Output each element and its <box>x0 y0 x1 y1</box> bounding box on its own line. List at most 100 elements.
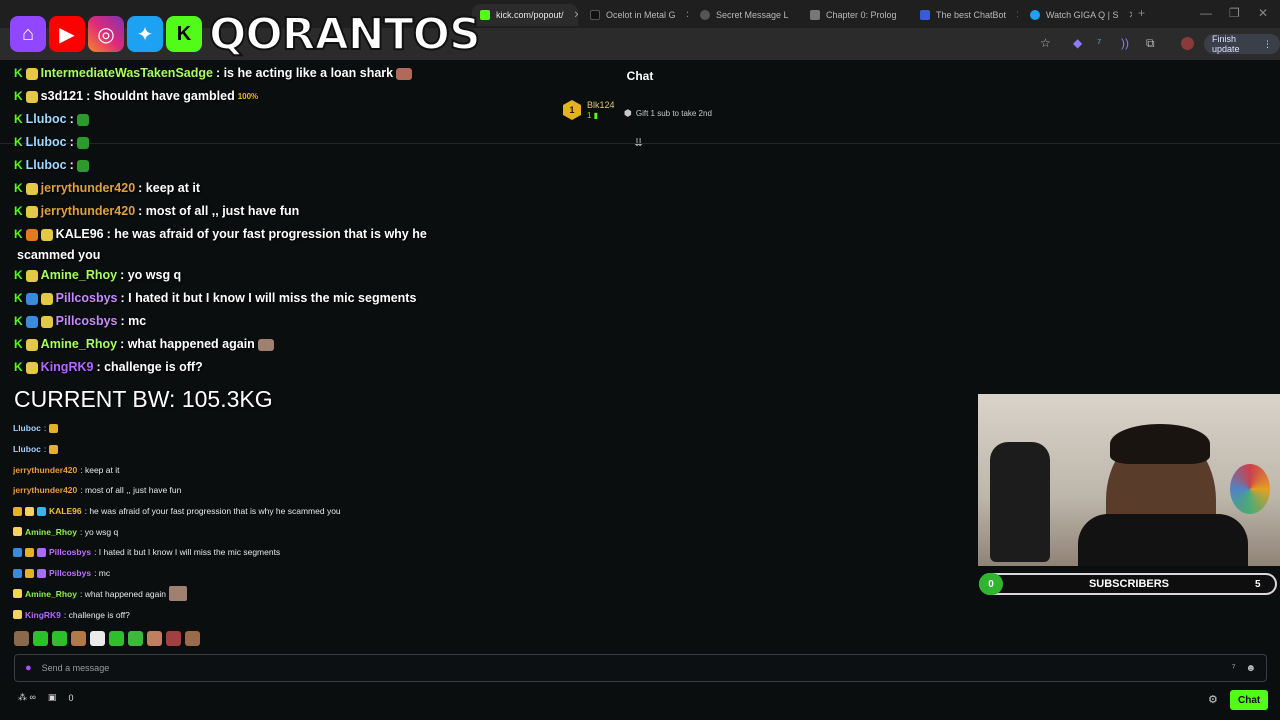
extension-icon[interactable]: ◆ <box>1073 36 1082 50</box>
emote-icon[interactable] <box>90 631 105 646</box>
emote-icon <box>25 205 38 218</box>
chat-username[interactable]: jerrythunder420 <box>13 465 77 475</box>
subscriber-goal-label: SUBSCRIBERS <box>1088 578 1170 590</box>
chat-text: : yo wsg q <box>79 526 119 537</box>
emote-icon[interactable] <box>185 631 200 646</box>
overlay-message-wrap: scammed you <box>17 248 101 262</box>
tab-giga-q[interactable]: Watch GIGA Q | S ✕ <box>1022 4 1132 26</box>
tab-label: kick.com/popout/ <box>496 10 564 20</box>
tab-secret-message[interactable]: Secret Message L ✕ <box>692 4 798 26</box>
emote-icon[interactable] <box>14 631 29 646</box>
overlay-username: Amine_Rhoy <box>40 268 118 282</box>
minimize-icon[interactable]: — <box>1200 6 1212 20</box>
overlay-chat-line: K Amine_Rhoy: what happened again <box>14 333 474 356</box>
audio-extension-icon[interactable]: )) <box>1121 36 1129 50</box>
emote-icon[interactable] <box>128 631 143 646</box>
chat-message[interactable]: Lluboc: <box>13 418 913 439</box>
overlay-chat-line: Kjerrythunder420: keep at it <box>14 177 474 200</box>
tab-label: Watch GIGA Q | S <box>1046 10 1119 20</box>
chat-footer: ⁂ ∞ ▣ 0 ⚙ Chat <box>0 690 1280 712</box>
current-bodyweight-overlay: CURRENT BW: 105.3KG <box>14 386 273 412</box>
close-icon[interactable]: ✕ <box>574 10 578 21</box>
kick-badge-icon: K <box>14 227 23 241</box>
7tv-extension-icon[interactable]: ⁷ <box>1097 36 1101 50</box>
overlay-message: : <box>69 112 74 126</box>
window-close-icon[interactable]: ✕ <box>1258 6 1268 20</box>
profile-avatar[interactable] <box>1181 37 1194 50</box>
chat-username[interactable]: KALE96 <box>49 506 82 516</box>
chat-message[interactable]: Lluboc: <box>13 439 913 460</box>
tab-ocelot[interactable]: Ocelot in Metal G ✕ <box>582 4 688 26</box>
chat-username[interactable]: Pillcosbys <box>49 568 91 578</box>
chat-message-list: Lluboc: Lluboc: jerrythunder420: keep at… <box>13 418 913 625</box>
emote-icon[interactable] <box>33 631 48 646</box>
chat-message[interactable]: jerrythunder420: most of all ,, just hav… <box>13 480 913 501</box>
tab-kick-popout[interactable]: kick.com/popout/ ✕ <box>472 4 578 26</box>
emote-icon <box>396 67 413 80</box>
emote-icon[interactable] <box>147 631 162 646</box>
chat-message[interactable]: KingRK9: challenge is off? <box>13 604 913 625</box>
stream-favicon-icon <box>1030 10 1040 20</box>
gift-icon[interactable]: ▣ <box>48 692 57 703</box>
chat-username[interactable]: Amine_Rhoy <box>25 589 77 599</box>
chat-message[interactable]: Pillcosbys: I hated it but I know I will… <box>13 542 913 563</box>
chat-username[interactable]: Pillcosbys <box>49 547 91 557</box>
chat-message[interactable]: KALE96: he was afraid of your fast progr… <box>13 501 913 522</box>
emote-icon[interactable] <box>52 631 67 646</box>
subscriber-goal-bar: 0 SUBSCRIBERS 5 <box>979 573 1277 595</box>
chat-message-input[interactable] <box>41 663 1222 673</box>
chat-text: : <box>43 423 47 434</box>
chat-text: : what happened again <box>79 588 166 599</box>
chat-username[interactable]: Lluboc <box>13 444 41 454</box>
kick-logo-icon: K <box>166 16 202 52</box>
emote-icon[interactable] <box>71 631 86 646</box>
bookmark-star-icon[interactable]: ☆ <box>1040 36 1051 50</box>
tab-chapter-0[interactable]: Chapter 0: Prolog ✕ <box>802 4 908 26</box>
kick-badge-icon: K <box>14 66 23 80</box>
tab-chatbot[interactable]: The best ChatBot ✕ <box>912 4 1018 26</box>
7tv-emote-icon[interactable]: ⁷ <box>1232 663 1236 674</box>
overlay-chat-line: K KingRK9: challenge is off? <box>14 356 474 379</box>
overlay-chat-line: K Amine_Rhoy: yo wsg q <box>14 264 474 287</box>
chat-message[interactable]: Pillcosbys: mc <box>13 563 913 584</box>
kick-badge-icon: K <box>14 268 23 282</box>
kick-badge-icon: K <box>14 204 23 218</box>
finish-update-button[interactable]: Finish update ⋮ <box>1204 34 1280 54</box>
chat-message[interactable]: jerrythunder420: keep at it <box>13 459 913 480</box>
chat-username[interactable]: Lluboc <box>13 423 41 433</box>
extensions-puzzle-icon[interactable]: ⧉ <box>1146 36 1155 51</box>
settings-gear-icon[interactable]: ⚙ <box>1208 693 1218 706</box>
gifter-name: Blk124 <box>587 100 615 110</box>
send-chat-button[interactable]: Chat <box>1230 690 1269 710</box>
streamer-shirt <box>1078 514 1248 566</box>
chat-username[interactable]: jerrythunder420 <box>13 485 77 495</box>
maximize-icon[interactable]: ❐ <box>1229 6 1240 20</box>
new-tab-icon[interactable]: + <box>1138 6 1145 20</box>
close-icon[interactable]: ✕ <box>1016 10 1018 21</box>
emoji-icon[interactable]: ☻ <box>1245 663 1256 674</box>
kick-badge-icon: K <box>14 291 23 305</box>
emote-icon[interactable] <box>109 631 124 646</box>
emote-icon <box>25 338 38 351</box>
crown-badge-icon <box>25 568 34 578</box>
close-icon[interactable]: ✕ <box>1129 10 1132 21</box>
chat-username[interactable]: KingRK9 <box>25 610 61 620</box>
overlay-username: KingRK9 <box>40 360 94 374</box>
chat-stats-icon[interactable]: ⁂ ∞ <box>18 692 36 703</box>
chat-message[interactable]: Amine_Rhoy: what happened again <box>13 584 913 605</box>
overlay-chat-line: Ks3d121: Shouldnt have gambled 100% <box>14 85 474 108</box>
gift-sub-cta[interactable]: ⬢ Gift 1 sub to take 2nd <box>624 108 712 119</box>
close-icon[interactable]: ✕ <box>686 10 688 21</box>
close-icon[interactable]: ✕ <box>907 10 908 21</box>
microphone-icon[interactable]: ● <box>25 662 32 674</box>
chat-message[interactable]: Amine_Rhoy: yo wsg q <box>13 521 913 542</box>
chat-username[interactable]: Amine_Rhoy <box>25 527 77 537</box>
crown-badge-icon <box>13 506 22 516</box>
emote-icon <box>25 315 38 328</box>
emote-icon <box>25 90 38 103</box>
gaming-chair <box>990 442 1050 562</box>
emote-icon[interactable] <box>166 631 181 646</box>
overlay-message: : most of all ,, just have fun <box>138 204 300 218</box>
overlay-username: s3d121 <box>40 89 84 103</box>
top-gifter[interactable]: 1 Blk124 1 ▮ <box>563 100 615 120</box>
